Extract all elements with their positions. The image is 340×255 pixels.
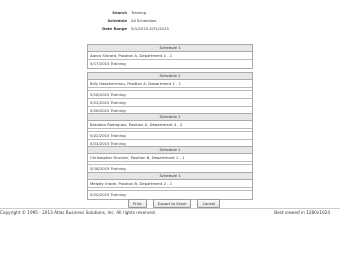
employee-row: Billy Hasehorrmau, Position A, Departmen… — [88, 80, 252, 88]
filter-value: 5/1/2015-5/31/2015 — [131, 26, 169, 31]
schedule-block: Schedule 1 Brandon Rodriguez, Position A… — [87, 113, 253, 149]
schedule-block: Schedule 1 Aaron Shirard, Position A, De… — [87, 44, 253, 69]
date-row: 5/22/2015 Training — [88, 99, 252, 107]
filter-label: Search — [112, 10, 127, 15]
filter-row-date-range: Date Range 5/1/2015-5/31/2015 — [80, 25, 169, 33]
export-excel-button[interactable]: Export to Excel — [152, 199, 192, 208]
date-row: 5/17/2015 Training — [88, 60, 252, 68]
date-row: 5/16/2015 Training — [88, 91, 252, 99]
schedule-block: Schedule 1 Christopher Drucker, Position… — [87, 146, 253, 174]
print-button[interactable]: Print — [128, 199, 147, 208]
employee-row: Aaron Shirard, Position A, Department 1 … — [88, 52, 252, 60]
filter-value: All Schedules — [131, 18, 157, 23]
date-row: 5/22/2015 Training — [88, 132, 252, 140]
date-row: 5/20/2015 Training — [88, 191, 252, 199]
employee-row: Melody Vrode, Position B, Department 2 -… — [88, 180, 252, 188]
employee-row: Christopher Drucker, Position B, Departm… — [88, 154, 252, 162]
schedule-block: Schedule 1 Billy Hasehorrmau, Position A… — [87, 72, 253, 116]
footer-divider — [0, 208, 340, 209]
best-viewed-text: Best viewed in 1280x1024 — [274, 210, 330, 215]
filter-label: Schedule — [107, 18, 127, 23]
schedule-header: Schedule 1 — [88, 114, 252, 121]
schedule-block: Schedule 1 Melody Vrode, Position B, Dep… — [87, 172, 253, 200]
employee-row: Brandon Rodriguez, Position A, Departmen… — [88, 121, 252, 129]
filter-row-schedule: Schedule All Schedules — [80, 17, 169, 25]
filter-value: Training — [131, 10, 146, 15]
filter-label: Date Range — [102, 26, 127, 31]
search-criteria: Search Training Schedule All Schedules D… — [80, 9, 169, 33]
schedule-header: Schedule 1 — [88, 73, 252, 80]
cancel-button[interactable]: Cancel — [197, 199, 221, 208]
filter-row-search: Search Training — [80, 9, 169, 17]
schedule-header: Schedule 1 — [88, 147, 252, 154]
schedule-header: Schedule 1 — [88, 173, 252, 180]
button-bar: Print Export to Excel Cancel — [128, 199, 221, 208]
copyright-text: Copyright © 1995 - 2013 Atlas Business S… — [0, 210, 156, 215]
schedule-header: Schedule 1 — [88, 45, 252, 52]
